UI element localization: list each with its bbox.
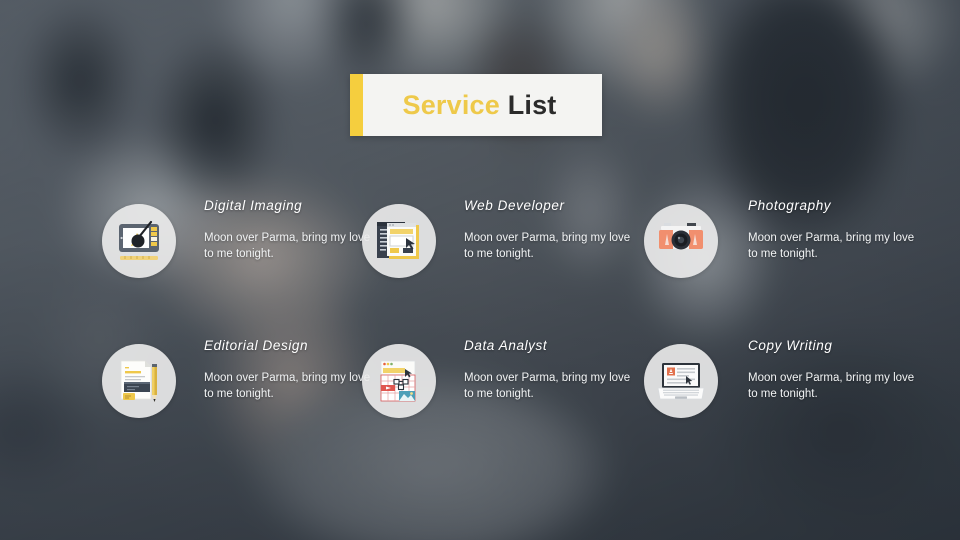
service-text-block: Data Analyst Moon over Parma, bring my l…: [464, 338, 632, 402]
service-item-photography[interactable]: Photography Moon over Parma, bring my lo…: [644, 198, 914, 310]
service-grid: Digital Imaging Moon over Parma, bring m…: [0, 198, 960, 478]
service-item-digital-imaging[interactable]: Digital Imaging Moon over Parma, bring m…: [102, 198, 372, 310]
title-accent-bar: [350, 74, 363, 136]
title-banner: Service List: [350, 74, 602, 136]
service-title: Data Analyst: [464, 338, 548, 353]
service-description: Moon over Parma, bring my love to me ton…: [464, 232, 631, 260]
service-title: Web Developer: [464, 198, 565, 213]
service-title: Digital Imaging: [204, 198, 303, 213]
service-item-data-analyst[interactable]: Data Analyst Moon over Parma, bring my l…: [362, 338, 632, 450]
page-title-accent: Service: [402, 89, 500, 120]
page-title: Service List: [363, 90, 602, 121]
service-title: Editorial Design: [204, 338, 309, 353]
service-description: Moon over Parma, bring my love to me ton…: [204, 232, 371, 260]
document-pencil-icon: [102, 344, 176, 418]
slide-canvas: Service List Digital Imaging Moon over P…: [0, 0, 960, 540]
service-text-block: Digital Imaging Moon over Parma, bring m…: [204, 198, 372, 262]
page-title-plain: List: [507, 89, 557, 120]
service-text-block: Editorial Design Moon over Parma, bring …: [204, 338, 372, 402]
service-row: Digital Imaging Moon over Parma, bring m…: [0, 198, 960, 338]
service-text-block: Copy Writing Moon over Parma, bring my l…: [748, 338, 920, 402]
laptop-text-icon: [644, 344, 718, 418]
service-row: Editorial Design Moon over Parma, bring …: [0, 338, 960, 478]
camera-icon: [644, 204, 718, 278]
service-description: Moon over Parma, bring my love to me ton…: [204, 372, 371, 400]
service-item-editorial-design[interactable]: Editorial Design Moon over Parma, bring …: [102, 338, 372, 450]
service-text-block: Photography Moon over Parma, bring my lo…: [748, 198, 920, 262]
spreadsheet-chart-icon: [362, 344, 436, 418]
service-description: Moon over Parma, bring my love to me ton…: [748, 372, 915, 400]
service-title: Copy Writing: [748, 338, 833, 353]
service-text-block: Web Developer Moon over Parma, bring my …: [464, 198, 632, 262]
web-code-window-icon: [362, 204, 436, 278]
service-item-web-developer[interactable]: Web Developer Moon over Parma, bring my …: [362, 198, 632, 310]
service-item-copy-writing[interactable]: Copy Writing Moon over Parma, bring my l…: [644, 338, 914, 450]
graphics-tablet-icon: [102, 204, 176, 278]
service-description: Moon over Parma, bring my love to me ton…: [748, 232, 915, 260]
service-title: Photography: [748, 198, 832, 213]
service-description: Moon over Parma, bring my love to me ton…: [464, 372, 631, 400]
